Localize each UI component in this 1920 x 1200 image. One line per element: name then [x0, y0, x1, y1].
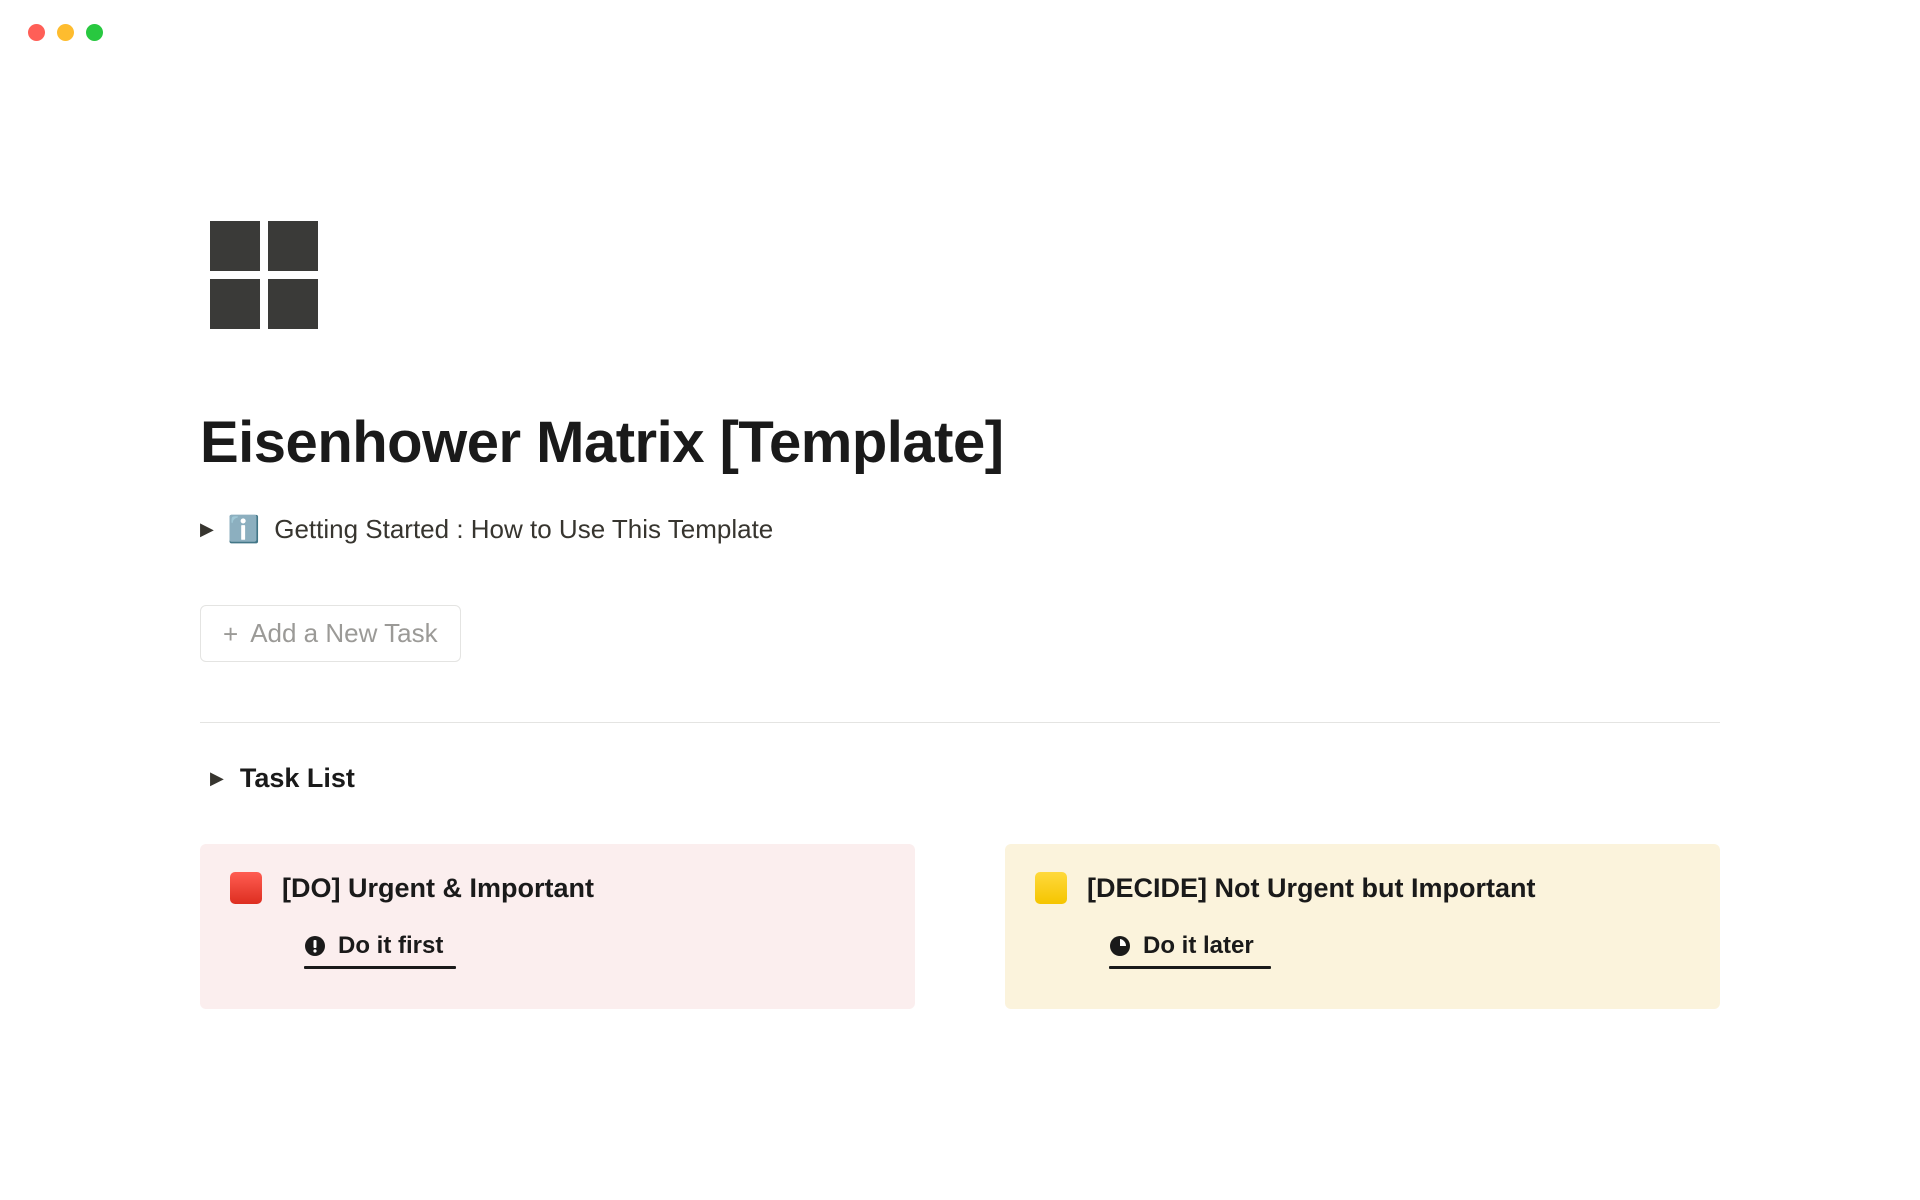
- grid-square-icon: [268, 279, 318, 329]
- toggle-triangle-icon: ▶: [210, 768, 224, 789]
- page-content: Eisenhower Matrix [Template] ▶ ℹ️ Gettin…: [0, 41, 1920, 1009]
- add-task-button[interactable]: + Add a New Task: [200, 605, 461, 662]
- grid-square-icon: [210, 279, 260, 329]
- toggle-triangle-icon: ▶: [200, 519, 214, 540]
- tab-underline: [1109, 966, 1271, 969]
- grid-square-icon: [210, 221, 260, 271]
- quadrant-header: [DECIDE] Not Urgent but Important: [1035, 872, 1690, 904]
- quadrant-do-subtitle: Do it first: [338, 932, 443, 960]
- quadrant-decide[interactable]: [DECIDE] Not Urgent but Important Do it …: [1005, 844, 1720, 1009]
- window-controls: [0, 0, 1920, 41]
- window-maximize-button[interactable]: [86, 24, 103, 41]
- add-task-label: Add a New Task: [250, 618, 437, 649]
- divider: [200, 722, 1720, 723]
- toggle-label: Getting Started : How to Use This Templa…: [274, 514, 773, 545]
- red-square-icon: [230, 872, 262, 904]
- yellow-square-icon: [1035, 872, 1067, 904]
- exclamation-icon: [304, 935, 326, 957]
- window-close-button[interactable]: [28, 24, 45, 41]
- toggle-getting-started[interactable]: ▶ ℹ️ Getting Started : How to Use This T…: [200, 514, 1720, 545]
- grid-square-icon: [268, 221, 318, 271]
- tab-underline: [304, 966, 456, 969]
- plus-icon: +: [223, 621, 238, 647]
- quadrant-header: [DO] Urgent & Important: [230, 872, 885, 904]
- page-title[interactable]: Eisenhower Matrix [Template]: [200, 409, 1720, 476]
- info-icon: ℹ️: [228, 514, 260, 545]
- quadrant-decide-subtitle: Do it later: [1143, 932, 1254, 960]
- quadrant-subtitle[interactable]: Do it first: [304, 932, 885, 960]
- quadrant-do-title: [DO] Urgent & Important: [282, 873, 594, 904]
- task-list-label: Task List: [240, 763, 355, 794]
- page-icon-grid[interactable]: [210, 221, 1720, 329]
- window-minimize-button[interactable]: [57, 24, 74, 41]
- clock-icon: [1109, 935, 1131, 957]
- quadrants-container: [DO] Urgent & Important Do it first [DEC…: [200, 844, 1720, 1009]
- toggle-task-list[interactable]: ▶ Task List: [200, 763, 1720, 794]
- quadrant-do[interactable]: [DO] Urgent & Important Do it first: [200, 844, 915, 1009]
- quadrant-decide-title: [DECIDE] Not Urgent but Important: [1087, 873, 1535, 904]
- quadrant-subtitle[interactable]: Do it later: [1109, 932, 1690, 960]
